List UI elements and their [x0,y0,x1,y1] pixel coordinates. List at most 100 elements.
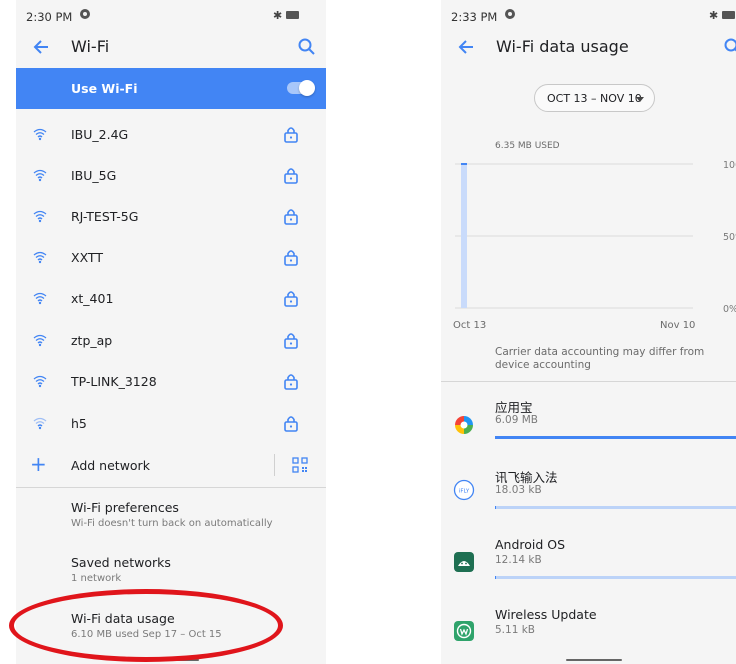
app-usage-size: 5.11 kB [495,624,536,636]
wifi-signal-icon [33,292,47,305]
x-axis-start-label: Oct 13 [453,320,486,331]
use-wifi-label: Use Wi-Fi [71,81,138,96]
wifi-toggle[interactable] [285,80,315,96]
search-icon[interactable] [296,36,318,58]
app-bar: Wi-Fi data usage [441,30,736,66]
network-row[interactable]: RJ-TEST-5G [16,196,326,236]
usage-bar-fill [495,436,736,439]
app-name: Android OS [495,537,566,552]
wifi-signal-icon [33,210,47,223]
divider [274,454,275,476]
pref-subtitle: 6.10 MB used Sep 17 – Oct 15 [71,629,222,640]
battery-icon [722,11,735,19]
wifi-signal-icon [33,375,47,388]
qr-scan-icon[interactable] [292,457,308,473]
wifi-settings-screen: 2:30 PM ✱ Wi-Fi Use Wi-Fi IBU_2.4G IBU_5… [16,0,326,664]
x-axis-end-label: Nov 10 [660,320,695,331]
lock-icon [284,333,298,349]
usage-chart: 6.35 MB USED 100% 50% 0% Oct 13 Nov 10 [453,141,736,331]
wifi-signal-icon [33,417,47,430]
back-arrow-icon[interactable] [455,36,477,58]
notification-icon [80,9,90,19]
network-row[interactable]: IBU_2.4G [16,114,326,154]
app-usage-row[interactable]: Wireless Update 5.11 kB [441,607,736,664]
network-row[interactable]: IBU_5G [16,155,326,195]
lock-icon [284,291,298,307]
dropdown-caret-icon [636,97,644,102]
network-name: XXTT [71,250,103,265]
nav-gesture-handle[interactable] [566,659,622,661]
lock-icon [284,168,298,184]
back-arrow-icon[interactable] [30,36,52,58]
date-range-label: OCT 13 – NOV 10 [547,92,642,105]
network-name: RJ-TEST-5G [71,209,139,224]
android-icon [454,552,474,572]
usage-bar-fill [495,576,496,579]
nav-gesture-handle[interactable] [143,659,199,661]
app-name: Wireless Update [495,607,597,622]
divider [441,381,736,382]
notification-icon [505,9,515,19]
network-name: ztp_ap [71,333,113,348]
usage-bar [495,506,736,509]
pref-title: Wi-Fi preferences [71,500,179,515]
network-row[interactable]: TP-LINK_3128 [16,361,326,401]
app-usage-row[interactable]: 应用宝 6.09 MB [441,397,736,465]
usage-bar [495,436,736,439]
app-usage-size: 12.14 kB [495,554,542,566]
search-icon[interactable] [722,36,736,58]
y-tick-label: 50% [723,232,736,243]
network-row[interactable]: h5 [16,403,326,443]
status-bar: 2:33 PM ✱ [441,0,736,34]
app-usage-row[interactable]: Android OS 12.14 kB [441,537,736,605]
page-title: Wi-Fi data usage [496,37,629,56]
bluetooth-icon: ✱ [273,9,283,22]
lock-icon [284,250,298,266]
network-name: IBU_5G [71,168,117,183]
plus-icon: + [30,452,47,476]
pref-subtitle: 1 network [71,573,122,584]
carrier-accounting-note: Carrier data accounting may differ from … [495,346,705,371]
wifi-preferences-row[interactable]: Wi-Fi preferences Wi-Fi doesn't turn bac… [16,500,326,552]
network-name: xt_401 [71,291,114,306]
network-name: TP-LINK_3128 [71,374,157,389]
pref-title: Saved networks [71,555,171,570]
network-row[interactable]: XXTT [16,237,326,277]
divider [16,487,326,488]
y-tick-label: 0% [723,304,736,315]
wireless-update-icon [454,621,474,641]
network-row[interactable]: xt_401 [16,278,326,318]
wifi-signal-icon [33,334,47,347]
lock-icon [284,209,298,225]
iflytek-icon: iFLY [453,479,475,501]
use-wifi-row[interactable]: Use Wi-Fi [16,68,326,109]
status-time: 2:33 PM [451,10,498,24]
bluetooth-icon: ✱ [709,9,719,22]
lock-icon [284,374,298,390]
wifi-data-usage-row[interactable]: Wi-Fi data usage 6.10 MB used Sep 17 – O… [16,611,326,663]
battery-icon [286,11,299,19]
chart-title: 6.35 MB USED [495,141,560,151]
app-usage-row[interactable]: iFLY 讯飞输入法 18.03 kB [441,467,736,535]
toggle-thumb [299,80,315,96]
lock-icon [284,127,298,143]
saved-networks-row[interactable]: Saved networks 1 network [16,555,326,607]
usage-bar-fill [495,506,496,509]
network-name: IBU_2.4G [71,127,129,142]
app-usage-size: 6.09 MB [495,414,538,426]
add-network-row[interactable]: + Add network [16,445,326,485]
network-name: h5 [71,416,87,431]
network-row[interactable]: ztp_ap [16,320,326,360]
wifi-signal-icon [33,251,47,264]
wifi-signal-icon [33,169,47,182]
pref-title: Wi-Fi data usage [71,611,175,626]
app-store-icon [455,416,473,434]
usage-bar [495,576,736,579]
chart-series [461,163,467,308]
app-usage-size: 18.03 kB [495,484,542,496]
svg-text:iFLY: iFLY [459,489,470,495]
status-bar: 2:30 PM ✱ [16,0,326,34]
y-tick-label: 100% [723,160,736,171]
date-range-dropdown[interactable]: OCT 13 – NOV 10 [534,84,655,112]
app-bar: Wi-Fi [16,30,326,66]
